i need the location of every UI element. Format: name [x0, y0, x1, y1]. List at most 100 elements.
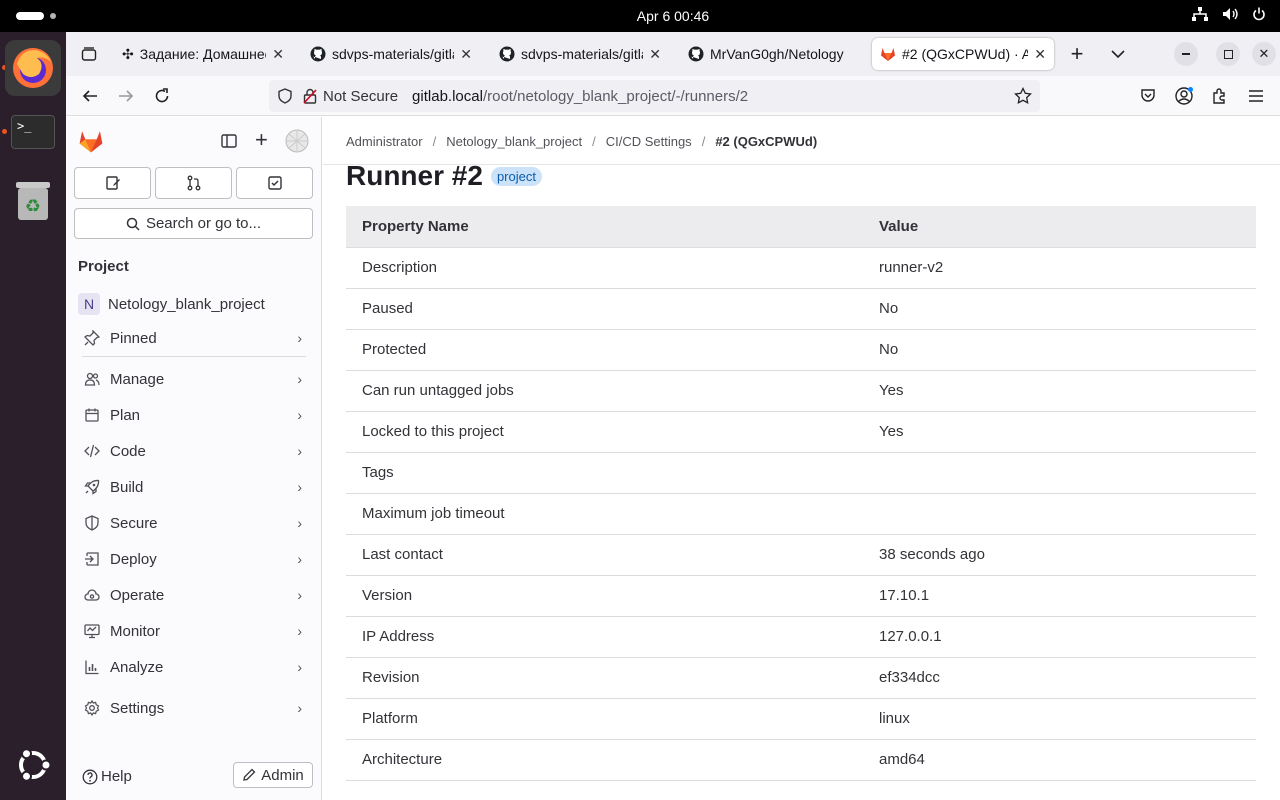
forward-button[interactable] [114, 84, 138, 108]
sidebar-item-code[interactable]: Code › [74, 434, 314, 468]
property-name-cell: Last contact [346, 534, 863, 576]
sidebar-item-manage[interactable]: Manage › [74, 362, 314, 396]
sidebar-item-label: Build [110, 478, 144, 496]
property-value-cell: Yes [863, 370, 1256, 412]
shield-icon [74, 515, 110, 531]
list-all-tabs-button[interactable] [1106, 42, 1130, 66]
close-tab-icon[interactable]: ✕ [272, 46, 284, 63]
close-tab-icon[interactable]: ✕ [460, 46, 472, 63]
app-grid-launcher[interactable] [5, 737, 61, 793]
property-value-cell: 17.10.1 [863, 575, 1256, 617]
todos-quick-button[interactable] [236, 167, 313, 199]
gitlab-logo-icon[interactable] [78, 128, 104, 154]
terminal-launcher[interactable]: >_ [5, 104, 61, 160]
svg-text:♻: ♻ [25, 196, 41, 217]
property-value-cell: 38 seconds ago [863, 534, 1256, 576]
issues-icon [105, 176, 120, 190]
sidebar-item-build[interactable]: Build › [74, 470, 314, 504]
sidebar-item-plan[interactable]: Plan › [74, 398, 314, 432]
breadcrumb-item[interactable]: Administrator [346, 134, 423, 149]
property-name-cell: Protected [346, 329, 863, 371]
breadcrumb-separator: / [592, 134, 596, 149]
pocket-button[interactable] [1136, 84, 1160, 108]
menu-button[interactable] [1244, 84, 1268, 108]
breadcrumb-current[interactable]: #2 (QGxCPWUd) [715, 134, 817, 149]
close-window-button[interactable]: ✕ [1252, 42, 1276, 66]
chevron-right-icon: › [297, 587, 302, 603]
extensions-button[interactable] [1208, 84, 1232, 108]
account-button[interactable] [1172, 84, 1196, 108]
network-icon [1192, 7, 1208, 21]
cloud-gear-icon [74, 587, 110, 603]
table-row: Platform linux [346, 698, 1256, 740]
property-value-cell: No [863, 288, 1256, 330]
sidebar-item-analyze[interactable]: Analyze › [74, 650, 314, 684]
sidebar-item-pinned[interactable]: Pinned › [74, 321, 314, 355]
firefox-window: ✣ Задание: Домашнее ✕ sdvps-materials/gi… [66, 32, 1280, 800]
breadcrumb-item[interactable]: CI/CD Settings [606, 134, 692, 149]
chart-icon [74, 659, 110, 675]
breadcrumb-item[interactable]: Netology_blank_project [446, 134, 582, 149]
tab-3[interactable]: sdvps-materials/gitlab ✕ [491, 38, 669, 70]
url-host: gitlab.local [412, 87, 483, 105]
sidebar-item-operate[interactable]: Operate › [74, 578, 314, 612]
sidebar-item-settings[interactable]: Settings › [74, 691, 314, 725]
merge-requests-quick-button[interactable] [155, 167, 232, 199]
firefox-launcher[interactable] [5, 40, 61, 96]
rocket-icon [74, 479, 110, 495]
deploy-icon [74, 551, 110, 567]
merge-request-icon [187, 175, 200, 191]
users-icon [74, 371, 110, 387]
minimize-button[interactable] [1174, 42, 1198, 66]
sidebar-item-secure[interactable]: Secure › [74, 506, 314, 540]
system-clock[interactable]: Apr 6 00:46 [0, 8, 1280, 24]
property-name-cell: IP Address [346, 616, 863, 658]
tab-4[interactable]: MrVanG0gh/Netology [680, 38, 860, 70]
reload-button[interactable] [150, 84, 174, 108]
search-label: Search or go to... [145, 215, 262, 232]
navigation-toolbar: Not Secure gitlab.local/root/netology_bl… [66, 76, 1280, 116]
chevron-down-icon [1111, 50, 1125, 59]
table-row: Revision ef334dcc [346, 657, 1256, 699]
issues-quick-button[interactable] [74, 167, 151, 199]
admin-button[interactable]: Admin [233, 762, 313, 788]
help-button[interactable]: Help [82, 768, 132, 785]
property-value-cell: No [863, 329, 1256, 371]
maximize-button[interactable] [1216, 42, 1240, 66]
account-icon [1175, 87, 1193, 105]
tab-5-active[interactable]: #2 (QGxCPWUd) · Admin ✕ [872, 38, 1054, 70]
bookmark-star-icon[interactable] [1014, 87, 1032, 105]
table-row: IP Address 127.0.0.1 [346, 616, 1256, 658]
tab-2[interactable]: sdvps-materials/gitlab ✕ [302, 38, 480, 70]
calendar-icon [74, 407, 110, 423]
system-tray[interactable] [1192, 7, 1266, 21]
trash-launcher[interactable]: ♻ [5, 172, 61, 228]
tab-1[interactable]: ✣ Задание: Домашнее ✕ [114, 38, 292, 70]
power-icon [1253, 7, 1265, 21]
new-tab-button[interactable]: + [1065, 41, 1089, 66]
admin-label: Admin [261, 766, 304, 784]
sidebar-item-label: Monitor [110, 622, 161, 640]
sidebar-item-monitor[interactable]: Monitor › [74, 614, 314, 648]
tab-overview-button[interactable] [77, 42, 101, 66]
url-text[interactable]: gitlab.local/root/netology_blank_project… [412, 88, 748, 105]
sidebar-item-label: Manage [110, 370, 165, 388]
column-header-property: Property Name [346, 206, 863, 248]
collapse-sidebar-icon[interactable] [221, 133, 237, 149]
column-header-value: Value [863, 206, 1256, 248]
back-button[interactable] [78, 84, 102, 108]
sidebar-project-link[interactable]: N Netology_blank_project [74, 287, 314, 321]
security-label[interactable]: Not Secure [323, 88, 398, 105]
search-button[interactable]: Search or go to... [74, 208, 313, 239]
close-tab-icon[interactable]: ✕ [1034, 46, 1046, 63]
user-avatar[interactable] [285, 129, 309, 153]
arrow-right-icon [119, 90, 134, 102]
sidebar-item-deploy[interactable]: Deploy › [74, 542, 314, 576]
url-bar[interactable]: Not Secure gitlab.local/root/netology_bl… [269, 80, 1040, 112]
pencil-icon [243, 768, 256, 781]
main-content: Administrator / Netology_blank_project /… [323, 117, 1280, 800]
create-new-icon[interactable]: + [255, 127, 268, 153]
property-value-cell: amd64 [863, 739, 1256, 781]
property-name-cell: Description [346, 247, 863, 289]
close-tab-icon[interactable]: ✕ [649, 46, 661, 63]
